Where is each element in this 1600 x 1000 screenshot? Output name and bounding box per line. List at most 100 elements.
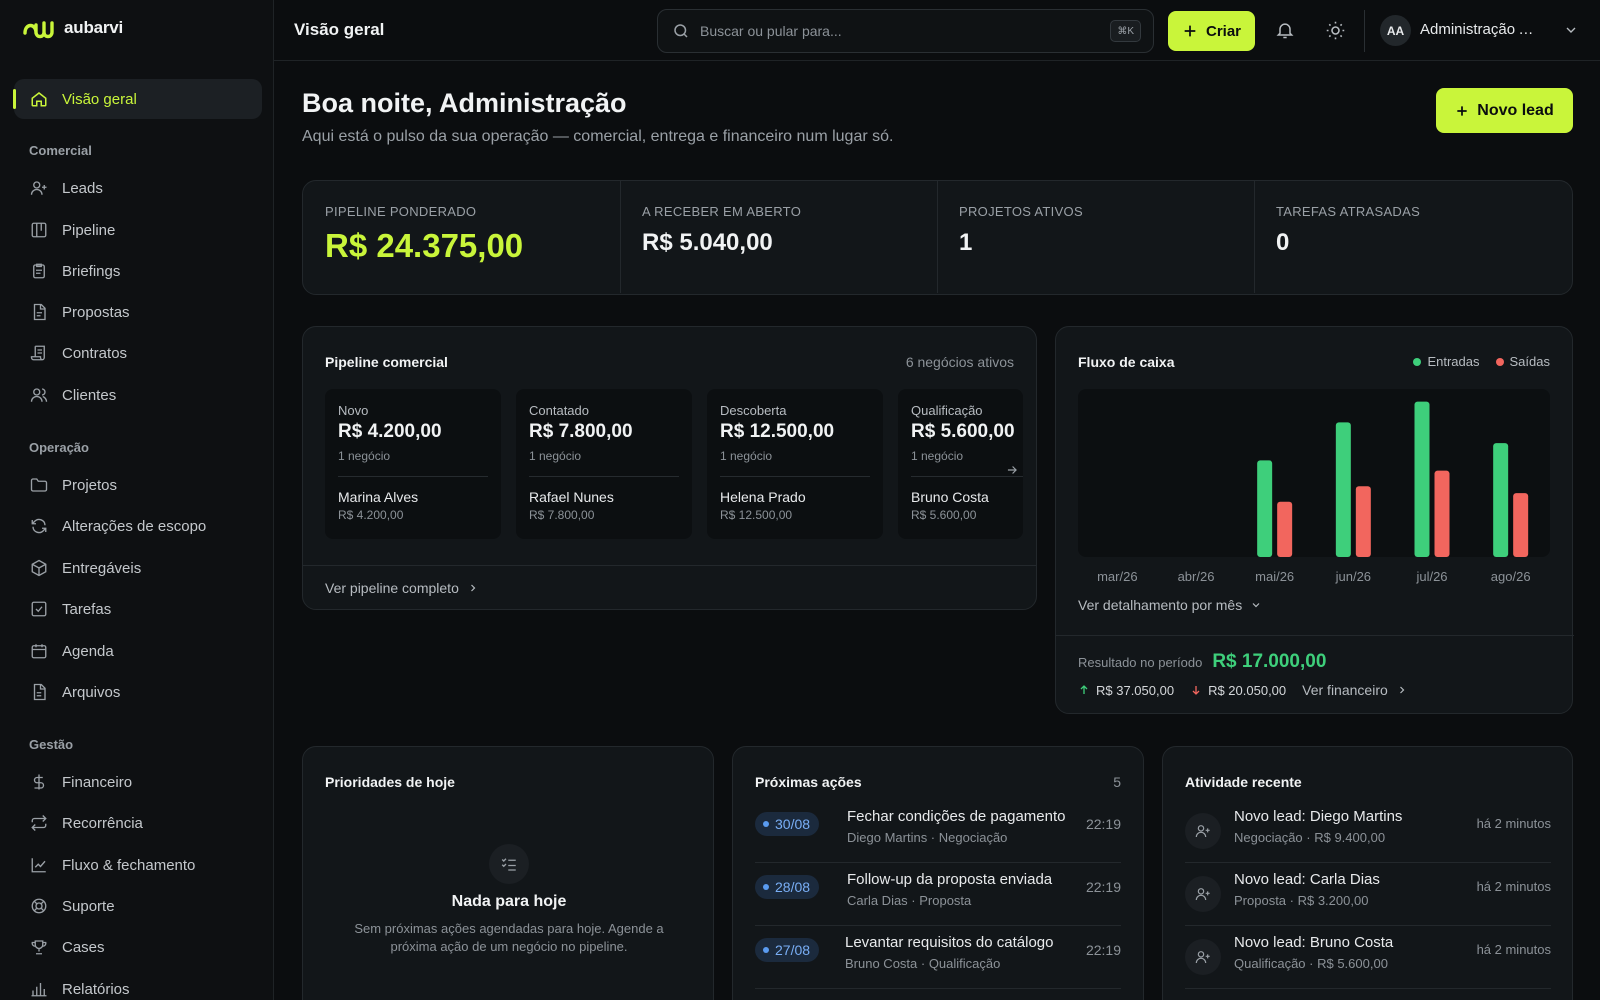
activity-title: Novo lead: Bruno Costa [1234, 934, 1394, 951]
action-meta: Diego Martins · Negociação [847, 830, 1008, 845]
logo[interactable]: aubarvi [22, 17, 123, 39]
totals-row: R$ 37.050,00 R$ 20.050,00 Ver financeiro [1078, 682, 1408, 698]
sidebar-item-label: Projetos [62, 476, 118, 494]
x-tick-label: ago/26 [1491, 569, 1531, 584]
search-placeholder: Buscar ou pular para... [700, 23, 842, 39]
kpi-label: PROJETOS ATIVOS [959, 204, 1083, 219]
bar-saidas-ago-26[interactable] [1513, 493, 1529, 557]
deal-name[interactable]: Helena Prado [720, 489, 883, 505]
search-input[interactable]: Buscar ou pular para... ⌘K [657, 9, 1154, 53]
sun-icon[interactable] [1325, 20, 1347, 42]
sidebar-item-relatorios[interactable]: Relatórios [14, 969, 262, 1000]
stage-name: Descoberta [720, 403, 787, 418]
new-lead-button[interactable]: Novo lead [1436, 88, 1573, 133]
stage-card-novo[interactable]: Novo R$ 4.200,00 1 negócio Marina Alves … [325, 389, 501, 539]
bar-saidas-mai-26[interactable] [1277, 501, 1293, 557]
sidebar-item-tarefas[interactable]: Tarefas [14, 589, 262, 629]
sidebar-item-propostas[interactable]: Propostas [14, 292, 262, 332]
user-menu[interactable]: Administração Aubarvi [1420, 21, 1540, 38]
stage-count: 1 negócio [338, 449, 391, 463]
lifebuoy-icon [30, 897, 48, 915]
sidebar-item-pipeline[interactable]: Pipeline [14, 210, 262, 250]
x-tick-label: mai/26 [1255, 569, 1294, 584]
deal-name[interactable]: Marina Alves [338, 489, 501, 505]
sidebar-item-briefings[interactable]: Briefings [14, 251, 262, 291]
greeting-subtitle: Aqui está o pulso da sua operação — come… [302, 128, 894, 145]
bar-entradas-ago-26[interactable] [1493, 443, 1509, 557]
period-result: Resultado no período R$ 17.000,00 [1078, 651, 1326, 673]
divider [1364, 10, 1365, 52]
link-label: Ver financeiro [1302, 682, 1388, 698]
stage-card-descoberta[interactable]: Descoberta R$ 12.500,00 1 negócio Helena… [707, 389, 883, 539]
repeat-icon [30, 814, 48, 832]
bar-entradas-jul-26[interactable] [1414, 401, 1430, 557]
dollar-icon [30, 773, 48, 791]
divider [303, 565, 1036, 566]
action-meta: Carla Dias · Proposta [847, 893, 972, 908]
view-pipeline-link[interactable]: Ver pipeline completo [325, 580, 479, 596]
chart-plot-area [1078, 389, 1550, 557]
sidebar-item-leads[interactable]: Leads [14, 168, 262, 208]
date-label: 30/08 [775, 816, 811, 832]
kpi-pipeline-ponderado: PIPELINE PONDERADO R$ 24.375,00 [303, 181, 620, 293]
sidebar-item-visao-geral[interactable]: Visão geral [13, 79, 262, 119]
deal-name[interactable]: Rafael Nunes [529, 489, 692, 505]
monthly-detail-toggle[interactable]: Ver detalhamento por mês [1078, 597, 1262, 613]
sidebar-item-suporte[interactable]: Suporte [14, 886, 262, 926]
sidebar-item-entregaveis[interactable]: Entregáveis [14, 548, 262, 588]
calendar-icon [30, 642, 48, 660]
sidebar-item-recorrencia[interactable]: Recorrência [14, 803, 262, 843]
sidebar-item-label: Agenda [62, 642, 114, 660]
plus-icon [1182, 23, 1198, 39]
activity-item[interactable]: Novo lead: Carla Dias Proposta · R$ 3.20… [1185, 864, 1551, 926]
sidebar-item-alteracoes-de-escopo[interactable]: Alterações de escopo [14, 506, 262, 546]
activity-item[interactable]: Novo lead: Diego Martins Negociação · R$… [1185, 801, 1551, 863]
activity-meta: Qualificação · R$ 5.600,00 [1234, 956, 1388, 971]
kpi-value: 1 [959, 229, 973, 256]
action-title: Follow-up da proposta enviada [847, 871, 1053, 888]
deal-name[interactable]: Bruno Costa [911, 489, 1023, 505]
user-plus-icon [1185, 939, 1221, 975]
card-title: Pipeline comercial [325, 354, 448, 370]
bar-entradas-mai-26[interactable] [1257, 460, 1273, 557]
avatar[interactable]: AA [1380, 15, 1411, 46]
arrow-up-icon [1078, 684, 1090, 696]
action-item[interactable]: 28/08 Follow-up da proposta enviada Carl… [755, 864, 1121, 926]
legend-label: Entradas [1427, 354, 1480, 369]
action-item[interactable]: 30/08 Fechar condições de pagamento Dieg… [755, 801, 1121, 863]
bar-saidas-jun-26[interactable] [1355, 486, 1371, 557]
checkbox-icon [30, 600, 48, 618]
sidebar-item-cases[interactable]: Cases [14, 927, 262, 967]
stage-card-contatado[interactable]: Contatado R$ 7.800,00 1 negócio Rafael N… [516, 389, 692, 539]
sidebar-item-fluxo-fechamento[interactable]: Fluxo & fechamento [14, 845, 262, 885]
legend-dot [1413, 358, 1422, 366]
scroll-icon [30, 344, 48, 362]
bar-entradas-jun-26[interactable] [1335, 422, 1351, 557]
sidebar-item-arquivos[interactable]: Arquivos [14, 672, 262, 712]
kpi-a-receber: A RECEBER EM ABERTO R$ 5.040,00 [620, 181, 937, 293]
sidebar-item-contratos[interactable]: Contratos [14, 333, 262, 373]
search-icon [672, 22, 690, 40]
next-actions-card: Próximas ações 5 30/08 Fechar condições … [732, 746, 1144, 1000]
sidebar-item-agenda[interactable]: Agenda [14, 631, 262, 671]
deal-value: R$ 5.600,00 [911, 508, 977, 522]
kpi-label: PIPELINE PONDERADO [325, 204, 477, 219]
bell-icon[interactable] [1275, 20, 1297, 42]
refresh-icon [30, 517, 48, 535]
action-title: Fechar condições de pagamento [847, 808, 1066, 825]
sidebar-item-financeiro[interactable]: Financeiro [14, 762, 262, 802]
sidebar-item-clientes[interactable]: Clientes [14, 375, 262, 415]
kpi-label: A RECEBER EM ABERTO [642, 204, 802, 219]
file-icon [30, 683, 48, 701]
activity-item[interactable]: Novo lead: Bruno Costa Qualificação · R$… [1185, 927, 1551, 989]
sidebar-item-label: Cases [62, 938, 105, 956]
sidebar-item-projetos[interactable]: Projetos [14, 465, 262, 505]
view-finance-link[interactable]: Ver financeiro [1302, 682, 1408, 698]
deal-value: R$ 7.800,00 [529, 508, 595, 522]
create-button[interactable]: Criar [1168, 11, 1255, 51]
scroll-right-arrow-icon[interactable] [999, 457, 1025, 483]
bar-saidas-jul-26[interactable] [1434, 470, 1450, 557]
chevron-down-icon[interactable] [1563, 22, 1585, 44]
chart-legend: Entradas Saídas [1413, 354, 1550, 369]
action-item[interactable]: 27/08 Levantar requisitos do catálogo Br… [755, 927, 1121, 989]
